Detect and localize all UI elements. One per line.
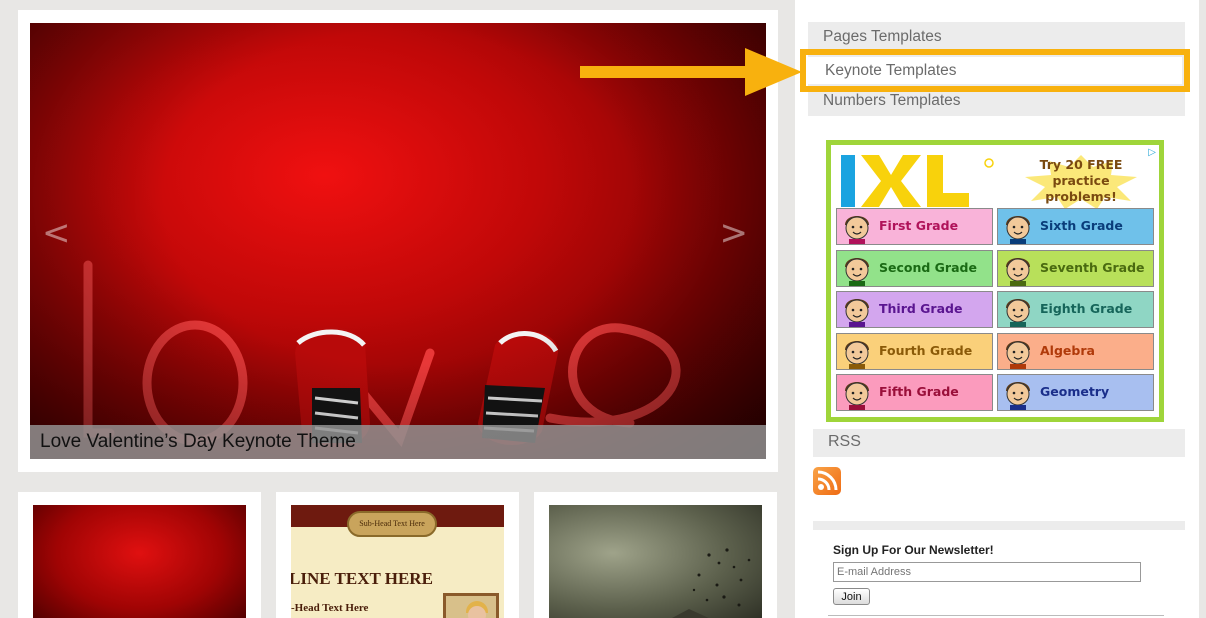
ad-promo[interactable]: Try 20 FREE practice problems! bbox=[1021, 153, 1141, 209]
kid-avatar-icon bbox=[1006, 341, 1030, 369]
grade-button-label: Sixth Grade bbox=[1040, 218, 1123, 233]
thumbnail-subhead: -Head Text Here bbox=[291, 602, 369, 614]
kid-avatar-icon bbox=[1006, 299, 1030, 327]
rss-icon[interactable] bbox=[813, 467, 841, 495]
grade-button-label: Algebra bbox=[1040, 343, 1095, 358]
rss-heading-label: RSS bbox=[828, 433, 861, 450]
kid-avatar-icon bbox=[845, 341, 869, 369]
newsletter-bottom-divider bbox=[828, 615, 1164, 616]
grade-button[interactable]: Fourth Grade bbox=[836, 333, 993, 370]
kid-avatar-icon bbox=[1006, 382, 1030, 410]
thumbnail-card[interactable]: Sub-Head Text Here LINE TEXT HERE -Head … bbox=[276, 492, 519, 618]
grade-button[interactable]: Fifth Grade bbox=[836, 374, 993, 411]
thumbnail-image[interactable]: Sub-Head Text Here LINE TEXT HERE -Head … bbox=[291, 505, 504, 618]
page-edge bbox=[1199, 0, 1206, 618]
grade-button-label: Fifth Grade bbox=[879, 384, 959, 399]
grade-button-label: Fourth Grade bbox=[879, 343, 973, 358]
nav-item-keynote-templates[interactable]: Keynote Templates bbox=[825, 62, 957, 80]
thumbnail-card[interactable] bbox=[18, 492, 261, 618]
grade-button[interactable]: Eighth Grade bbox=[997, 291, 1154, 328]
grade-button[interactable]: Second Grade bbox=[836, 250, 993, 287]
thumbnail-headline: LINE TEXT HERE bbox=[291, 569, 433, 588]
ad-choices-icon[interactable]: ▷ bbox=[1148, 147, 1156, 158]
grade-button-label: Third Grade bbox=[879, 301, 963, 316]
thumbnail-photo bbox=[443, 593, 499, 618]
newsletter-title: Sign Up For Our Newsletter! bbox=[833, 543, 994, 557]
grade-button-label: Second Grade bbox=[879, 260, 977, 275]
thumbnail-image[interactable] bbox=[549, 505, 762, 618]
grade-button[interactable]: Algebra bbox=[997, 333, 1154, 370]
kid-avatar-icon bbox=[1006, 216, 1030, 244]
nav-item-numbers-templates[interactable]: Numbers Templates bbox=[823, 92, 961, 110]
grade-button[interactable]: Third Grade bbox=[836, 291, 993, 328]
grade-button-label: Geometry bbox=[1040, 384, 1110, 399]
highlight-box: Keynote Templates bbox=[800, 49, 1190, 92]
grade-button[interactable]: Sixth Grade bbox=[997, 208, 1154, 245]
kid-avatar-icon bbox=[1006, 258, 1030, 286]
slider-prev-button[interactable]: < bbox=[42, 213, 71, 253]
ad-promo-text: Try 20 FREE practice problems! bbox=[1039, 157, 1123, 204]
kid-avatar-icon bbox=[845, 258, 869, 286]
thumbnail-card[interactable] bbox=[534, 492, 777, 618]
ixl-logo-icon bbox=[841, 155, 994, 207]
kid-avatar-icon bbox=[845, 382, 869, 410]
ixl-logo[interactable] bbox=[839, 151, 1004, 209]
grade-button-label: Seventh Grade bbox=[1040, 260, 1145, 275]
thumbnail-badge-text: Sub-Head Text Here bbox=[347, 511, 437, 537]
newsletter-divider bbox=[813, 521, 1185, 530]
newsletter-join-button[interactable]: Join bbox=[833, 588, 870, 605]
grade-button[interactable]: Seventh Grade bbox=[997, 250, 1154, 287]
nav-item-pages-templates[interactable]: Pages Templates bbox=[823, 28, 942, 46]
ixl-ad[interactable]: ▷ Try 20 FREE practice problems! First G… bbox=[826, 140, 1164, 422]
thumbnail-image[interactable] bbox=[33, 505, 246, 618]
slide-caption[interactable]: Love Valentine’s Day Keynote Theme bbox=[30, 425, 766, 459]
slider-next-button[interactable]: > bbox=[720, 213, 749, 253]
kid-avatar-icon bbox=[845, 216, 869, 244]
grade-button-label: Eighth Grade bbox=[1040, 301, 1133, 316]
rss-heading: RSS bbox=[813, 429, 1185, 457]
grade-button-label: First Grade bbox=[879, 218, 959, 233]
newsletter-email-input[interactable] bbox=[833, 562, 1141, 582]
birds-artwork bbox=[672, 548, 751, 618]
kid-avatar-icon bbox=[845, 299, 869, 327]
grade-button[interactable]: First Grade bbox=[836, 208, 993, 245]
grade-button[interactable]: Geometry bbox=[997, 374, 1154, 411]
annotation-arrow-icon bbox=[580, 48, 802, 96]
